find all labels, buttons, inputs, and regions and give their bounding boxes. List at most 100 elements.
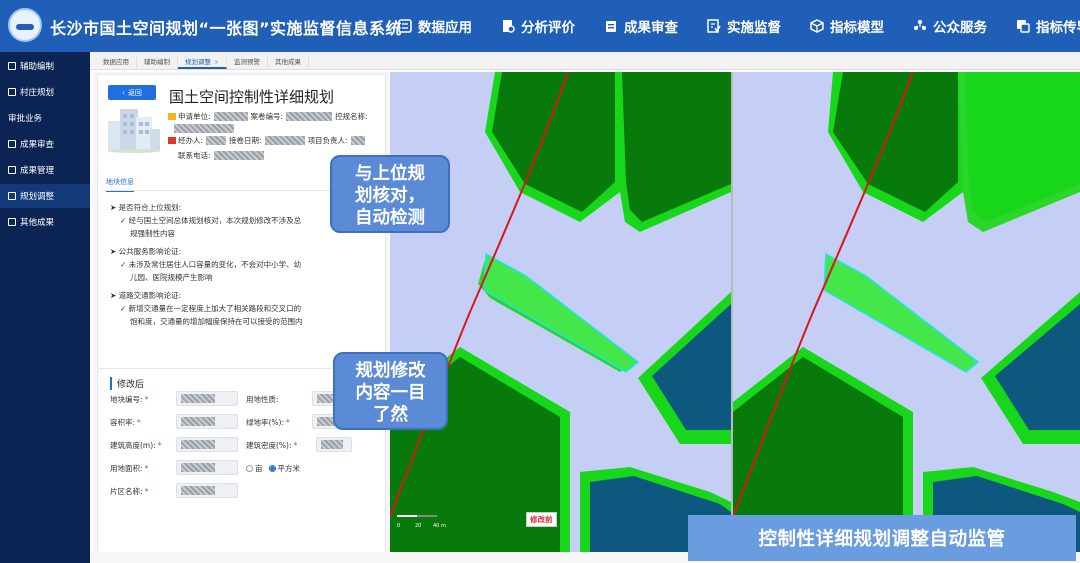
sidebar-item-assisted-compilation[interactable]: 辅助编制 <box>0 54 90 78</box>
check-answer: ✓ 未涉及常住居住人口容量的变化，不会对中小学、幼 <box>120 260 302 269</box>
chevron-left-icon: ‹ <box>122 88 125 97</box>
callout-line: 与上位规 <box>355 164 425 184</box>
callout-line: 了然 <box>373 405 408 425</box>
tab-assisted-compilation[interactable]: 辅助编制 <box>137 55 178 69</box>
callout-upper-plan-check: 与上位规 划核对， 自动检测 <box>330 155 450 233</box>
nav-label: 指标模型 <box>830 20 884 36</box>
land-area-field[interactable] <box>176 460 238 475</box>
redacted-value <box>350 136 365 145</box>
callout-line: 自动检测 <box>355 208 425 228</box>
field-label: 用地面积: * <box>110 463 149 473</box>
radio-label: 亩 <box>255 463 263 473</box>
check-question: ➤ 是否符合上位规划: <box>110 203 182 212</box>
nav-indicator-transmit[interactable]: 指标传导 <box>1016 0 1080 52</box>
check-answer: 儿园、医院规模产生影响 <box>130 273 213 282</box>
redacted-value <box>181 440 215 449</box>
tab-label: 其他成果 <box>275 58 302 66</box>
other-icon <box>8 218 16 226</box>
tab-plan-adjustment[interactable]: 规划调整 × <box>178 55 228 69</box>
map-after[interactable] <box>733 72 1080 552</box>
case-no-label: 案卷编号: <box>250 112 284 121</box>
applicant-label: 申请单位: <box>178 112 211 121</box>
detail-panel: ‹ 返回 国土空间控制性详细规划 申请单位: 案卷编号: 控规名称: 经办人: … <box>93 72 389 563</box>
sidebar-item-plan-adjustment[interactable]: 规划调整 <box>0 184 90 208</box>
svg-text:40 m: 40 m <box>433 523 446 529</box>
redacted-value <box>213 112 248 121</box>
top-nav: 数据应用 分析评价 成果审查 实施监督 指标模型 公众服务 指标传 <box>398 0 1080 52</box>
map-before[interactable] <box>390 72 731 552</box>
transmit-icon <box>1016 19 1030 33</box>
tab-label: 监测预警 <box>234 58 261 66</box>
close-tab-icon[interactable]: × <box>214 59 219 66</box>
plan-name-label: 控规名称: <box>335 112 368 121</box>
cube-icon <box>810 19 824 33</box>
nav-label: 公众服务 <box>933 20 987 36</box>
section-title: 修改后 <box>110 377 144 390</box>
redacted-value <box>181 417 215 426</box>
manage-icon <box>8 166 16 174</box>
radio-square-meter[interactable] <box>268 464 276 472</box>
caption-banner: 控制性详细规划调整自动监管 <box>688 515 1076 561</box>
check-results: ➤ 是否符合上位规划: ✓ 经与国土空间总体规划核对，本次规划修改不涉及总 规强… <box>110 201 320 328</box>
tab-bar: 数据应用 辅助编制 规划调整 × 监测预警 其他成果 <box>90 52 1080 70</box>
app-header: 长沙市国土空间规划“一张图”实施监督信息系统 数据应用 分析评价 成果审查 实施… <box>0 0 1080 52</box>
people-icon <box>913 19 927 33</box>
field-label: 容积率: * <box>110 417 141 427</box>
sidebar-item-label: 规划调整 <box>20 192 55 202</box>
sitemap-icon <box>8 62 16 70</box>
check-question: ➤ 道路交通影响论证: <box>110 291 182 300</box>
sidebar-item-approval[interactable]: 审批业务 <box>0 106 90 130</box>
parcel-no-field[interactable] <box>176 391 238 406</box>
review-icon <box>8 140 16 148</box>
redacted-value <box>264 136 305 145</box>
tab-label: 数据应用 <box>103 58 129 66</box>
nav-result-review[interactable]: 成果审查 <box>604 0 678 52</box>
check-question: ➤ 公共服务影响论证: <box>110 247 182 256</box>
phone-label: 联系电话: <box>178 151 211 160</box>
meta-row: 申请单位: 案卷编号: 控规名称: <box>168 109 388 124</box>
sidebar-item-result-review[interactable]: 成果审查 <box>0 132 90 156</box>
callout-line: 内容一目 <box>355 383 426 403</box>
redacted-value <box>174 124 234 133</box>
adjust-icon <box>8 192 16 200</box>
building-density-field[interactable] <box>316 437 352 452</box>
nav-label: 指标传导 <box>1036 20 1080 36</box>
nav-analysis[interactable]: 分析评价 <box>501 0 575 52</box>
callout-line: 划核对， <box>355 186 425 206</box>
sidebar-item-village-planning[interactable]: 村庄规划 <box>0 80 90 104</box>
map-scale-bar: 0 20 40 m <box>397 515 446 529</box>
nav-public-service[interactable]: 公众服务 <box>913 0 987 52</box>
field-label: 地块编号: * <box>110 394 149 404</box>
tab-monitoring-warning[interactable]: 监测预警 <box>227 55 269 69</box>
nav-data-application[interactable]: 数据应用 <box>398 0 472 52</box>
before-label: 修改前 <box>526 512 557 527</box>
nav-implementation-monitor[interactable]: 实施监督 <box>707 0 781 52</box>
city-logo-icon <box>8 8 42 42</box>
check-answer: ✓ 经与国土空间总体规划核对，本次规划修改不涉及总 <box>120 216 302 225</box>
back-button[interactable]: ‹ 返回 <box>108 85 156 100</box>
nav-indicator-model[interactable]: 指标模型 <box>810 0 884 52</box>
redacted-value <box>181 486 215 495</box>
received-date-label: 接卷日期: <box>229 136 262 145</box>
tab-data-application[interactable]: 数据应用 <box>96 55 137 69</box>
project-manager-label: 项目负责人: <box>307 136 348 145</box>
sidebar-item-other-results[interactable]: 其他成果 <box>0 210 90 234</box>
monitor-icon <box>707 19 721 33</box>
handler-label: 经办人: <box>178 136 204 145</box>
field-label: 用地性质: <box>246 394 279 404</box>
meta-row: 经办人: 接卷日期: 项目负责人: <box>168 133 388 148</box>
tab-other-results[interactable]: 其他成果 <box>268 55 310 69</box>
radio-mu[interactable] <box>246 464 253 472</box>
folder-review-icon <box>604 19 618 33</box>
check-answer: 饱和度，交通量的增加幅度保持在可以接受的范围内 <box>130 317 303 326</box>
building-height-field[interactable] <box>176 437 238 452</box>
zone-name-field[interactable] <box>176 483 238 498</box>
tab-label: 辅助编制 <box>144 58 170 66</box>
sidebar-item-label: 成果审查 <box>20 140 55 150</box>
far-field[interactable] <box>176 414 238 429</box>
database-icon <box>398 19 412 33</box>
back-button-label: 返回 <box>127 88 142 97</box>
callout-line: 规划修改 <box>355 361 426 381</box>
redacted-value <box>206 136 227 145</box>
sidebar-item-result-management[interactable]: 成果管理 <box>0 158 90 182</box>
